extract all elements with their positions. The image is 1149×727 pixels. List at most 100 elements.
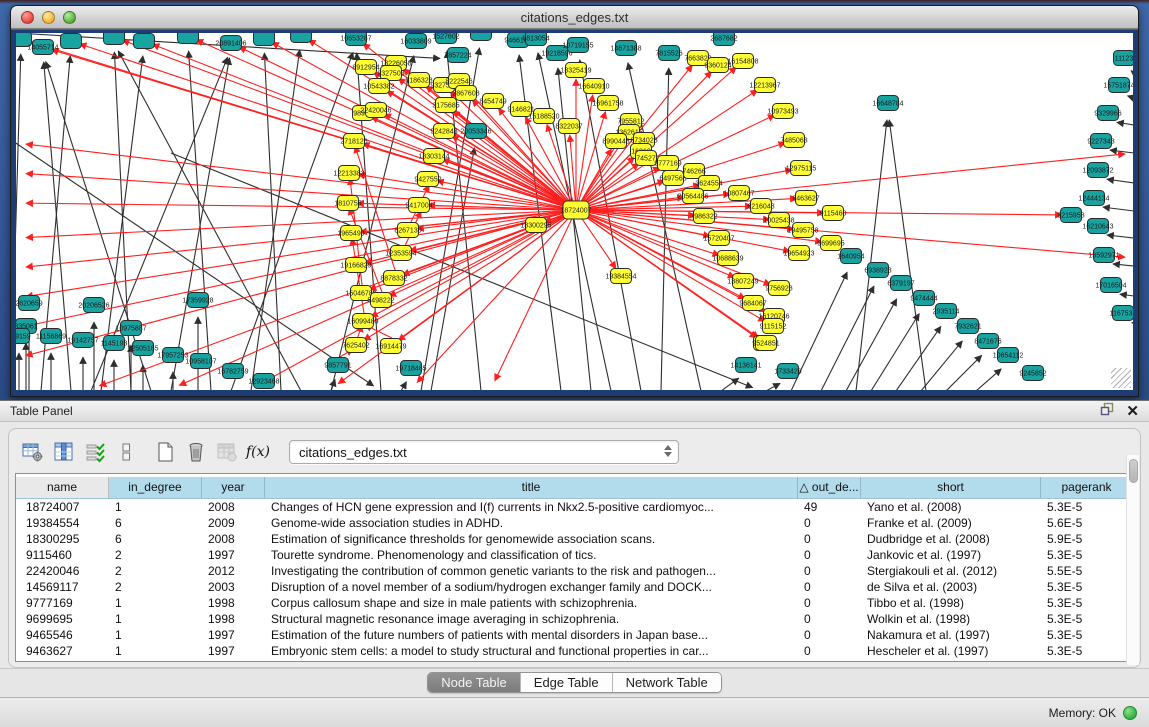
table-row[interactable]: 946362711997Embryonic stem cells: a mode…	[16, 643, 1133, 659]
column-header-year[interactable]: year	[202, 477, 265, 498]
table-cell: 1	[109, 627, 202, 643]
graph-node-label: 9857791	[324, 363, 351, 370]
graph-node[interactable]	[134, 34, 155, 49]
graph-node-label: 10654112	[993, 353, 1024, 360]
table-row[interactable]: 977716911998Corpus callosum shape and si…	[16, 595, 1133, 611]
table-cell: 1998	[202, 595, 265, 611]
table-row[interactable]: 1938455462009Genome-wide association stu…	[16, 515, 1133, 531]
graph-node-label: 16099489	[347, 319, 378, 326]
table-tab-group: Node TableEdge TableNetwork Table	[427, 672, 722, 693]
table-source-select[interactable]: citations_edges.txt	[289, 440, 679, 464]
column-header-title[interactable]: title	[265, 477, 798, 498]
network-window-titlebar[interactable]: citations_edges.txt	[11, 6, 1138, 29]
table-cell: 0	[798, 515, 861, 531]
graph-node-label: 10975887	[115, 326, 146, 333]
rows-icon[interactable]	[114, 439, 138, 465]
table-cell: 0	[798, 627, 861, 643]
table-row[interactable]: 2242004622012Investigating the contribut…	[16, 563, 1133, 579]
graph-node-label: 15720407	[703, 236, 734, 243]
graph-node[interactable]	[254, 33, 275, 46]
zoom-window-button[interactable]	[63, 11, 76, 24]
close-panel-icon[interactable]: ✕	[1126, 401, 1139, 422]
table-scrollbar[interactable]	[1126, 455, 1139, 665]
graph-node[interactable]	[104, 33, 125, 45]
table-scrollbar-thumb[interactable]	[1129, 459, 1138, 483]
graph-node-label: 10653287	[340, 36, 371, 43]
graph-node-label: 16648784	[872, 101, 903, 108]
graph-node-label: 9227343	[1087, 139, 1114, 146]
delete-table-icon[interactable]	[184, 439, 208, 465]
table-row[interactable]: 1872400712008Changes of HCN gene express…	[16, 499, 1133, 515]
create-table-icon[interactable]	[153, 439, 177, 465]
table-cell: 1998	[202, 611, 265, 627]
graph-node[interactable]	[291, 33, 312, 43]
table-options-icon[interactable]	[21, 439, 45, 465]
graph-node-label: 10719155	[562, 43, 593, 50]
graph-node-label: 15751874	[1103, 83, 1133, 90]
graph-node-label: 19142757	[67, 338, 98, 345]
graph-node-label: 1965499	[337, 231, 364, 238]
graph-node-label: 12505185	[127, 346, 158, 353]
column-header-out_de[interactable]: △ out_de...	[798, 477, 861, 498]
table-row[interactable]: 1456911722003Disruption of a novel membe…	[16, 579, 1133, 595]
graph-node-label: 18303144	[418, 154, 449, 161]
graph-node-label: 9699695	[817, 241, 844, 248]
table-row[interactable]: 969969511998Structural magnetic resonanc…	[16, 611, 1133, 627]
table-row[interactable]: 946554611997Estimation of the future num…	[16, 627, 1133, 643]
close-window-button[interactable]	[21, 11, 34, 24]
graph-node[interactable]	[471, 33, 492, 41]
graph-node[interactable]	[178, 33, 199, 44]
column-header-pagerank[interactable]: pagerank	[1041, 477, 1133, 498]
graph-node-label: 9245852	[1019, 371, 1046, 378]
tab-node-table[interactable]: Node Table	[428, 673, 521, 692]
graph-node-label: 20053346	[460, 129, 491, 136]
graph-node-label: 8471676	[974, 339, 1001, 346]
table-cell: 2009	[202, 515, 265, 531]
table-cell: 5.3E-5	[1041, 547, 1133, 563]
table-cell: 19384554	[16, 515, 109, 531]
function-builder-icon[interactable]: f(x)	[246, 439, 270, 465]
import-table-icon[interactable]	[215, 439, 239, 465]
float-panel-icon[interactable]	[1100, 402, 1114, 422]
graph-node-label: 16914479	[375, 344, 406, 351]
graph-node-label: 17016504	[1095, 283, 1126, 290]
graph-node-label: 12213383	[333, 171, 364, 178]
graph-node-label: 9146821	[507, 107, 534, 114]
graph-node-label: 6497568	[659, 176, 686, 183]
column-header-in_degree[interactable]: in_degree	[109, 477, 202, 498]
canvas-resize-handle[interactable]	[1111, 368, 1131, 388]
graph-node-label: 19654923	[783, 251, 814, 258]
table-cell: 0	[798, 643, 861, 659]
network-window-title: citations_edges.txt	[521, 10, 629, 25]
row-selection-mode-icon[interactable]	[83, 439, 107, 465]
graph-node-label: 7857224	[444, 53, 471, 60]
minimize-window-button[interactable]	[42, 11, 55, 24]
table-cell: 49	[798, 499, 861, 515]
table-cell: 1	[109, 611, 202, 627]
table-cell: 1	[109, 499, 202, 515]
insert-column-icon[interactable]	[52, 439, 76, 465]
table-cell: Tourette syndrome. Phenomenology and cla…	[265, 547, 798, 563]
graph-node-label: 10973493	[767, 109, 798, 116]
table-cell: Nakamura et al. (1997)	[861, 627, 1041, 643]
tab-edge-table[interactable]: Edge Table	[521, 673, 613, 692]
graph-node-label: 12923468	[248, 379, 279, 386]
table-panel-title: Table Panel	[10, 404, 73, 418]
graph-node-label: 19218596	[541, 51, 572, 58]
column-header-name[interactable]: name	[16, 477, 109, 498]
table-source-value: citations_edges.txt	[299, 445, 407, 460]
graph-node-label: 11123	[1115, 56, 1133, 63]
graph-node-label: 17957253	[157, 353, 188, 360]
graph-node-label: 9777169	[654, 161, 681, 168]
tab-network-table[interactable]: Network Table	[613, 673, 721, 692]
column-header-short[interactable]: short	[861, 477, 1041, 498]
graph-node-label: 8454749	[479, 99, 506, 106]
graph-node-label: 12975115	[786, 166, 817, 173]
graph-node-label: 1527602	[432, 34, 459, 41]
table-row[interactable]: 1830029562008Estimation of significance …	[16, 531, 1133, 547]
table-row[interactable]: 911546021997Tourette syndrome. Phenomeno…	[16, 547, 1133, 563]
graph-node-label: 1733426	[774, 369, 801, 376]
network-canvas[interactable]: 1405571420891406106532871603380915276029…	[16, 33, 1133, 390]
graph-node[interactable]	[61, 34, 82, 49]
table-cell: 0	[798, 563, 861, 579]
